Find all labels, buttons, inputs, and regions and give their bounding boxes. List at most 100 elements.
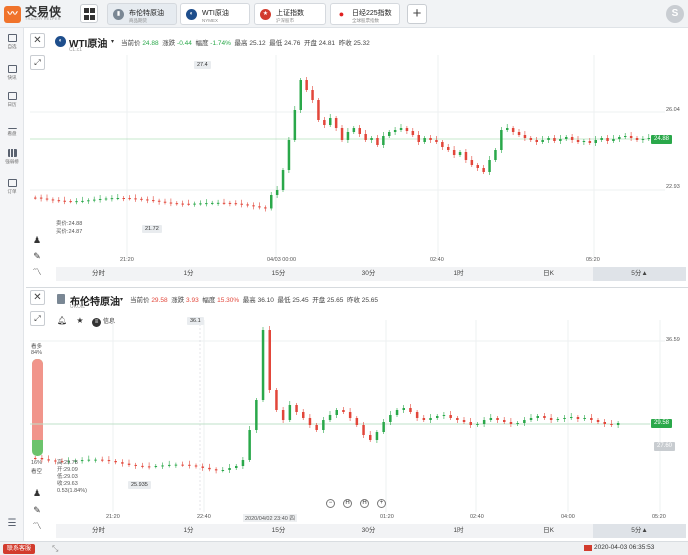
candle xyxy=(194,463,198,469)
candle xyxy=(590,414,593,423)
candle xyxy=(40,455,44,463)
pencil-icon[interactable]: ✎ xyxy=(30,503,44,517)
candle xyxy=(335,408,338,418)
candle xyxy=(161,462,164,470)
candle xyxy=(181,461,184,467)
candle xyxy=(563,415,566,422)
candle xyxy=(147,462,151,470)
candle xyxy=(576,415,580,422)
candle xyxy=(355,416,359,427)
tf-1min[interactable]: 1分 xyxy=(146,524,231,538)
candle xyxy=(34,456,37,460)
candle xyxy=(94,457,97,463)
scroll-right-button[interactable]: H xyxy=(360,499,369,508)
china-flag-icon xyxy=(584,545,592,551)
cursor-time-label: 2020/04/02 23:40 四 xyxy=(243,514,297,522)
candle xyxy=(322,417,325,433)
candle xyxy=(496,416,499,423)
candle xyxy=(442,412,446,419)
tf-30min[interactable]: 30分 xyxy=(326,524,411,538)
candle xyxy=(523,417,526,426)
candle xyxy=(603,419,606,427)
time-axis-label: 05:20 xyxy=(652,514,666,520)
candle xyxy=(436,414,439,420)
candle xyxy=(174,462,178,468)
candle xyxy=(516,421,519,426)
indicator-icon[interactable]: 〽 xyxy=(30,519,44,533)
tf-5min-selected[interactable]: 5分▲ xyxy=(593,524,686,538)
candle xyxy=(536,414,539,421)
scroll-left-button[interactable]: H xyxy=(343,499,352,508)
resize-icon[interactable]: ⤡ xyxy=(52,544,58,554)
candle xyxy=(556,417,560,422)
candle xyxy=(114,458,117,465)
candle xyxy=(228,464,231,473)
candle xyxy=(389,411,392,425)
app-window: 〰 交易侠 TRADER HELPER ▮ 布伦特原油 商品期货 ◐ WTI原油… xyxy=(0,0,688,555)
candle xyxy=(489,414,493,422)
contact-support-button[interactable]: 联系客服 xyxy=(3,544,36,554)
tf-1hour[interactable]: 1时 xyxy=(416,524,501,538)
candle xyxy=(328,411,332,422)
candle xyxy=(476,422,479,427)
candle xyxy=(482,417,486,427)
candle xyxy=(235,464,238,470)
tf-daily[interactable]: 日K xyxy=(506,524,591,538)
tf-minute[interactable]: 分时 xyxy=(56,524,141,538)
candle xyxy=(168,460,171,468)
candle xyxy=(255,398,258,433)
candle xyxy=(302,409,305,420)
candle xyxy=(208,463,211,472)
candle xyxy=(268,326,271,393)
ohlc-open: 开:29.09 xyxy=(57,466,78,473)
tf-15min[interactable]: 15分 xyxy=(236,524,321,538)
candle xyxy=(529,414,533,422)
candle xyxy=(382,419,385,434)
candle xyxy=(295,403,298,415)
candle xyxy=(616,421,620,428)
candle xyxy=(415,410,419,421)
candle xyxy=(549,414,553,423)
zoom-in-button[interactable]: + xyxy=(377,499,386,508)
candle xyxy=(127,459,131,467)
ohlc-low: 低:29.03 xyxy=(57,473,78,480)
zoom-out-button[interactable]: − xyxy=(326,499,335,508)
candle xyxy=(188,460,191,469)
candle xyxy=(348,408,352,421)
candle xyxy=(456,416,459,423)
candle xyxy=(288,401,292,422)
brent-candlestick-chart[interactable] xyxy=(0,0,688,555)
candle xyxy=(154,464,158,469)
candle xyxy=(214,467,218,474)
candle xyxy=(134,462,137,469)
candle xyxy=(107,456,111,464)
candle xyxy=(583,415,586,421)
current-price-tag: 29.58 xyxy=(651,419,673,428)
candle xyxy=(87,455,91,463)
timeframe-bar: 分时 1分 15分 30分 1时 日K 5分▲ xyxy=(56,524,686,538)
time-axis-label: 21:20 xyxy=(106,514,120,520)
status-bar: 联系客服 ⤡ 2020-04-03 06:35:53 xyxy=(0,541,688,555)
candle xyxy=(570,413,573,420)
low-callout: 25.935 xyxy=(128,481,151,489)
candle xyxy=(241,457,245,469)
candle xyxy=(469,418,472,428)
ohlc-change: 0.53(1.84%) xyxy=(57,487,87,494)
cursor-price-tag: 27.60 xyxy=(654,442,676,451)
candle xyxy=(121,459,124,467)
candle xyxy=(221,467,225,473)
candle xyxy=(395,408,399,417)
candle xyxy=(503,417,506,424)
time-axis-label: 02:40 xyxy=(470,514,484,520)
candle xyxy=(409,404,412,414)
drawing-tools-icon[interactable]: ♟ xyxy=(30,486,44,500)
candle xyxy=(543,413,546,420)
ohlc-tooltip: 高:29.78 开:29.09 低:29.03 收:29.63 0.53(1.8… xyxy=(57,460,87,494)
ohlc-high: 高:29.78 xyxy=(57,460,78,466)
price-axis-label: 36.59 xyxy=(666,337,680,343)
candle xyxy=(509,418,513,427)
time-axis-label: 04:00 xyxy=(561,514,575,520)
candle xyxy=(429,414,432,423)
peak-callout: 36.1 xyxy=(187,317,204,325)
candle xyxy=(422,415,426,422)
